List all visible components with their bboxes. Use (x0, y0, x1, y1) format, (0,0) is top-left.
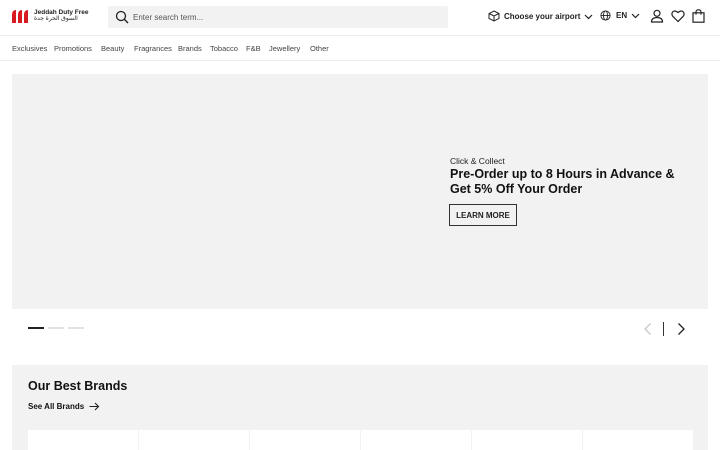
brand-card[interactable] (361, 430, 471, 450)
brand-card[interactable] (250, 430, 360, 450)
see-all-brands-label: See All Brands (28, 402, 85, 411)
logo-text-ar: السوق الحرة جدة (34, 16, 78, 22)
nav-item-fnb[interactable]: F&B (246, 44, 261, 53)
chevron-down-icon (631, 13, 640, 19)
nav-item-exclusives[interactable]: Exclusives (12, 44, 47, 53)
choose-airport-dropdown[interactable]: Choose your airport (488, 10, 593, 22)
carousel-dot-1[interactable] (28, 327, 44, 329)
brand-card[interactable] (28, 430, 138, 450)
nav-item-brands[interactable]: Brands (178, 44, 202, 53)
brands-section-title: Our Best Brands (28, 379, 128, 393)
brand-card[interactable] (139, 430, 249, 450)
best-brands-section: Our Best Brands See All Brands (12, 365, 708, 450)
category-nav: Exclusives Promotions Beauty Fragrances … (0, 35, 720, 61)
carousel-indicators (28, 327, 88, 329)
arrow-right-icon (89, 402, 100, 411)
hero-title: Pre-Order up to 8 Hours in Advance & Get… (450, 167, 675, 196)
search-bar[interactable] (108, 6, 448, 28)
site-header: Jeddah Duty Free السوق الحرة جدة Choose … (0, 0, 720, 34)
chevron-left-icon (644, 323, 651, 335)
globe-icon (600, 10, 611, 21)
search-icon (115, 10, 129, 24)
hero-banner[interactable]: Click & Collect Pre-Order up to 8 Hours … (12, 74, 708, 309)
nav-item-promotions[interactable]: Promotions (54, 44, 92, 53)
shopping-bag-icon (692, 9, 705, 23)
nav-item-fragrances[interactable]: Fragrances (134, 44, 172, 53)
site-logo[interactable]: Jeddah Duty Free السوق الحرة جدة (11, 9, 89, 23)
logo-text-en: Jeddah Duty Free (34, 9, 89, 16)
heart-icon (671, 10, 685, 23)
nav-item-other[interactable]: Other (310, 44, 329, 53)
carousel-controls (643, 322, 686, 336)
chevron-right-icon (678, 323, 685, 335)
carousel-dot-2[interactable] (48, 327, 64, 329)
jeddah-duty-free-logo-icon (12, 10, 28, 23)
search-input[interactable] (133, 12, 433, 22)
wishlist-button[interactable] (671, 9, 685, 28)
account-button[interactable] (650, 9, 664, 28)
language-selector[interactable]: EN (600, 10, 640, 21)
language-label: EN (616, 11, 628, 20)
carousel-divider (663, 322, 664, 336)
nav-item-jewellery[interactable]: Jewellery (269, 44, 300, 53)
carousel-dot-3[interactable] (68, 327, 84, 329)
carousel-next-button[interactable] (676, 322, 686, 336)
nav-item-beauty[interactable]: Beauty (101, 44, 124, 53)
cart-button[interactable] (692, 9, 705, 28)
user-icon (650, 9, 664, 23)
brand-card[interactable] (583, 430, 693, 450)
box-icon (488, 10, 500, 22)
brand-card[interactable] (472, 430, 582, 450)
learn-more-button[interactable]: LEARN MORE (449, 204, 517, 226)
chevron-down-icon (585, 14, 593, 19)
choose-airport-label: Choose your airport (504, 11, 581, 21)
see-all-brands-link[interactable]: See All Brands (28, 402, 100, 411)
hero-eyebrow: Click & Collect (450, 156, 505, 166)
nav-item-tobacco[interactable]: Tobacco (210, 44, 238, 53)
carousel-prev-button[interactable] (643, 322, 653, 336)
